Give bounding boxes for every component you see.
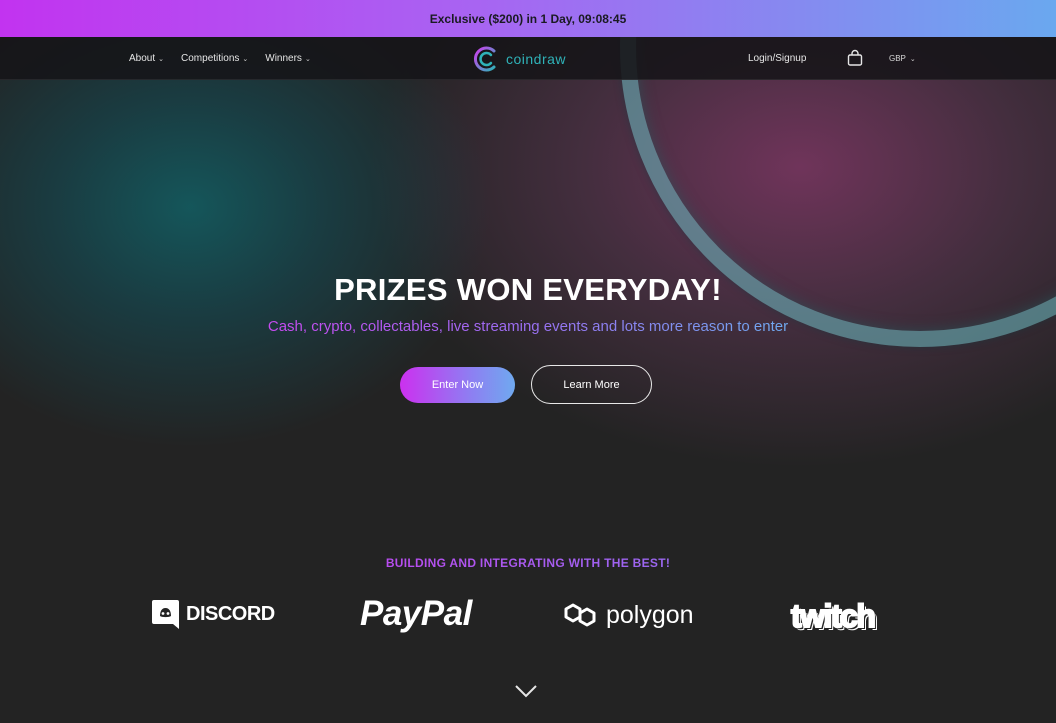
partners-heading: BUILDING AND INTEGRATING WITH THE BEST! — [0, 556, 1056, 570]
currency-selector[interactable]: GBP ⌄ — [889, 37, 916, 80]
chevron-down-icon: ⌄ — [304, 55, 311, 63]
chevron-down-icon: ⌄ — [909, 55, 916, 63]
partner-logo-discord: DISCORD — [151, 598, 275, 631]
discord-icon — [152, 600, 179, 629]
logo-wordmark: coindraw — [506, 51, 567, 67]
hero-subtitle: Cash, crypto, collectables, live streami… — [0, 318, 1056, 335]
learn-more-label: Learn More — [563, 378, 620, 391]
nav-item-competitions[interactable]: Competitions ⌄ — [181, 53, 248, 64]
nav-item-winners[interactable]: Winners ⌄ — [265, 53, 311, 64]
enter-now-label: Enter Now — [431, 379, 484, 391]
paypal-wordmark: PayPal — [360, 594, 472, 633]
polygon-wordmark: polygon — [606, 600, 694, 629]
chevron-down-icon: ⌄ — [158, 55, 165, 63]
login-signup-link[interactable]: Login/Signup — [748, 37, 806, 80]
currency-label: GBP — [889, 54, 906, 63]
coindraw-logo-icon — [474, 46, 496, 72]
shopping-bag-icon[interactable] — [846, 49, 864, 67]
partner-logo-paypal: PayPal — [360, 594, 472, 634]
partner-logo-twitch: twitch — [790, 597, 877, 635]
chevron-down-icon: ⌄ — [242, 55, 249, 63]
twitch-wordmark: twitch — [790, 597, 877, 635]
nav-item-label: Competitions — [181, 53, 240, 64]
polygon-icon — [564, 603, 596, 627]
partner-logo-polygon: polygon — [562, 598, 694, 632]
hero-title: PRIZES WON EVERYDAY! — [334, 272, 722, 307]
promo-banner: Exclusive ($200) in 1 Day, 09:08:45 — [0, 0, 1056, 37]
nav-item-label: About — [129, 53, 156, 64]
site-logo[interactable]: coindraw — [473, 44, 566, 74]
hero-subtitle-text: Cash, crypto, collectables, live streami… — [267, 318, 789, 335]
scroll-down-chevron-icon[interactable] — [514, 684, 538, 698]
login-label: Login/Signup — [748, 53, 807, 64]
nav-item-label: Winners — [265, 53, 302, 64]
partners-heading-text: BUILDING AND INTEGRATING WITH THE BEST! — [385, 556, 671, 570]
discord-wordmark: DISCORD — [186, 603, 275, 625]
promo-countdown-text: Exclusive ($200) in 1 Day, 09:08:45 — [429, 11, 627, 26]
main-nav: About ⌄ Competitions ⌄ Winners ⌄ — [129, 37, 311, 80]
learn-more-button[interactable]: Learn More — [531, 365, 652, 404]
top-navbar: About ⌄ Competitions ⌄ Winners ⌄ coindra… — [0, 37, 1056, 80]
nav-item-about[interactable]: About ⌄ — [129, 53, 164, 64]
enter-now-button[interactable]: Enter Now — [400, 367, 515, 403]
